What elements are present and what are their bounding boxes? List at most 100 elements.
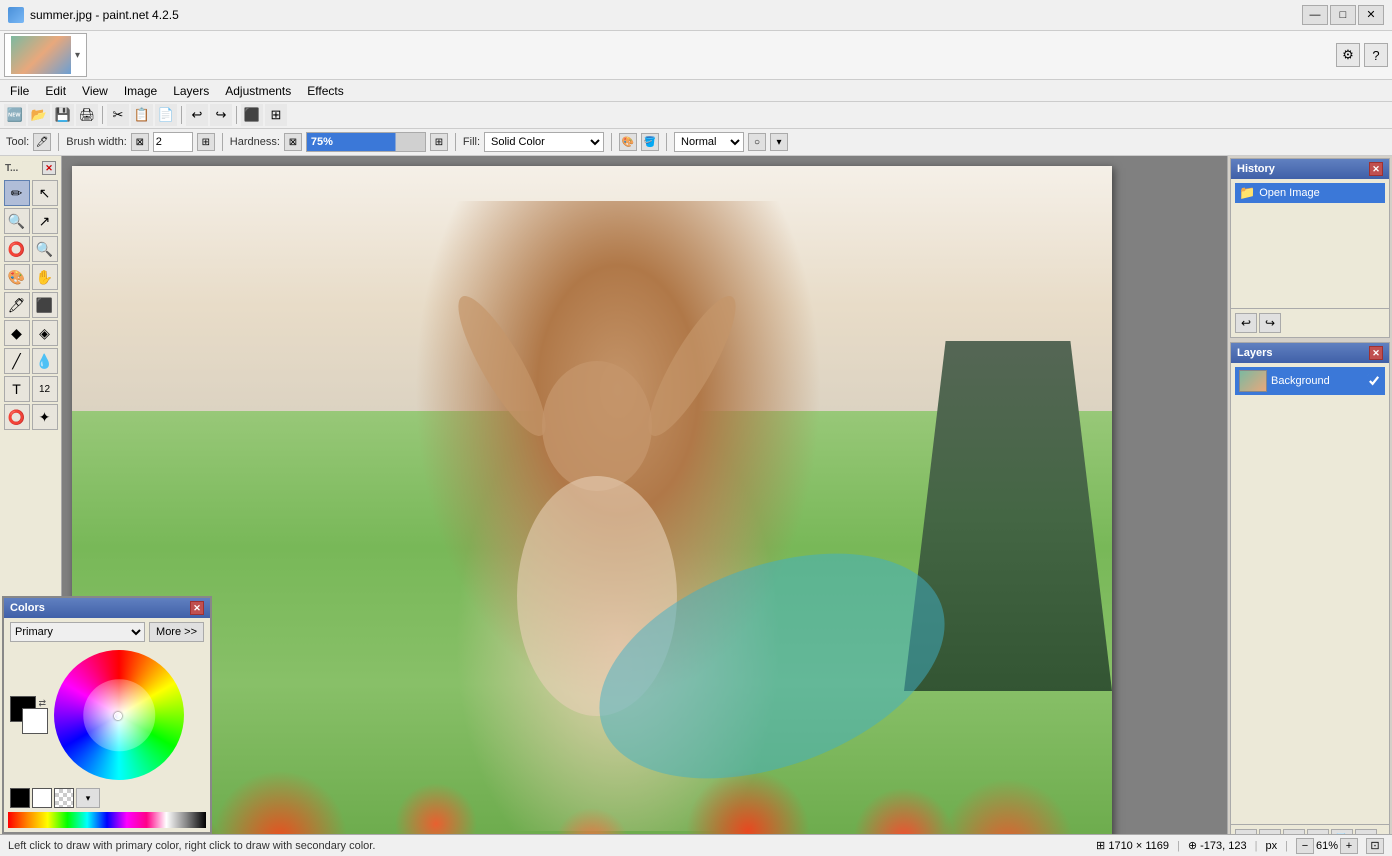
swatch-dropdown-btn[interactable]: ▾ [76, 788, 100, 808]
selection-tool[interactable]: ↖ [32, 180, 58, 206]
blend-mode-select[interactable]: Normal Multiply Screen [674, 132, 744, 152]
brush-width-minus[interactable]: ⊠ [131, 133, 149, 151]
more-colors-button[interactable]: More >> [149, 622, 204, 642]
menu-effects[interactable]: Effects [299, 80, 351, 102]
history-controls: ↩ ↪ [1231, 308, 1389, 337]
bucket-icon[interactable]: 🪣 [641, 133, 659, 151]
cut-button[interactable]: ✂ [107, 104, 129, 126]
color-swatches-area: ⇄ [4, 646, 210, 784]
tools-close-button[interactable]: ✕ [42, 161, 56, 175]
undo-button[interactable]: ↩ [186, 104, 208, 126]
tab-arrow[interactable]: ▾ [75, 50, 80, 61]
transparent-swatch[interactable] [54, 788, 74, 808]
text-tool[interactable]: T [4, 376, 30, 402]
image-tab[interactable]: ▾ [4, 33, 87, 77]
opacity-icon[interactable]: ○ [748, 133, 766, 151]
fill-select[interactable]: Solid Color Linear Gradient Radial Gradi… [484, 132, 604, 152]
menu-edit[interactable]: Edit [37, 80, 74, 102]
menu-image[interactable]: Image [116, 80, 165, 102]
hardness-plus[interactable]: ⊞ [430, 133, 448, 151]
white-swatch[interactable] [32, 788, 52, 808]
fit-to-window-button[interactable]: ⊡ [1366, 838, 1384, 854]
color-picker-icon[interactable]: 🎨 [619, 133, 637, 151]
zoom-out-tool[interactable]: 🔍 [32, 236, 58, 262]
brush-width-plus[interactable]: ⊞ [197, 133, 215, 151]
gradient-tool[interactable]: ✦ [32, 404, 58, 430]
redo-history-button[interactable]: ↪ [1259, 313, 1281, 333]
history-item-label: Open Image [1259, 187, 1320, 199]
save-button[interactable]: 💾 [52, 104, 74, 126]
status-separator-3: | [1285, 840, 1288, 852]
cursor-position: ⊕ -173, 123 [1188, 839, 1247, 852]
tool-row-3: ⭕ 🔍 [4, 236, 58, 262]
print-button[interactable]: 🖨 [76, 104, 98, 126]
zoom-tool[interactable]: 🔍 [4, 208, 30, 234]
menu-file[interactable]: File [2, 80, 37, 102]
tool-label: Tool: [6, 136, 29, 148]
paste-button[interactable]: 📄 [155, 104, 177, 126]
brush-width-input[interactable] [153, 132, 193, 152]
redo-button[interactable]: ↪ [210, 104, 232, 126]
hardness-slider[interactable]: 75% [306, 132, 426, 152]
paint-bucket-tool[interactable]: 🎨 [4, 264, 30, 290]
zoom-in-button[interactable]: + [1340, 838, 1358, 854]
layers-close-button[interactable]: ✕ [1369, 346, 1383, 360]
history-item-open-image[interactable]: 📁 Open Image [1235, 183, 1385, 203]
menu-layers[interactable]: Layers [165, 80, 217, 102]
line-tool[interactable]: ╱ [4, 348, 30, 374]
canvas-area[interactable] [62, 156, 1227, 856]
color-wheel-container[interactable] [54, 650, 184, 780]
crop-button[interactable]: ⬛ [241, 104, 263, 126]
colors-close-button[interactable]: ✕ [190, 601, 204, 615]
new-button[interactable]: 🆕 [4, 104, 26, 126]
options-sep-2 [222, 133, 223, 151]
layer-item-background[interactable]: Background [1235, 367, 1385, 395]
fill-tool[interactable]: ⬛ [32, 292, 58, 318]
tools-panel-header: T... ✕ [2, 160, 59, 176]
menu-bar: File Edit View Image Layers Adjustments … [0, 80, 1392, 102]
brush-tool[interactable]: 🖊 [4, 292, 30, 318]
menu-adjustments[interactable]: Adjustments [217, 80, 299, 102]
tool-selector[interactable]: 🖊 [33, 133, 51, 151]
status-separator-1: | [1177, 840, 1180, 852]
pan-tool[interactable]: ✋ [32, 264, 58, 290]
status-separator-2: | [1255, 840, 1258, 852]
app-window: summer.jpg - paint.net 4.2.5 — □ ✕ ▾ ⚙ ?… [0, 0, 1392, 856]
canvas-image[interactable] [72, 166, 1112, 856]
toolbar-separator-1 [102, 106, 103, 124]
pencil-tool[interactable]: ✏ [4, 180, 30, 206]
eraser-tool[interactable]: ◆ [4, 320, 30, 346]
close-button[interactable]: ✕ [1358, 5, 1384, 25]
color-mode-select[interactable]: Primary Secondary [10, 622, 145, 642]
zoom-out-button[interactable]: − [1296, 838, 1314, 854]
ellipse-select-tool[interactable]: ⭕ [4, 236, 30, 262]
color-wheel[interactable] [54, 650, 184, 780]
background-color-swatch[interactable] [22, 708, 48, 734]
color-palette-row[interactable] [8, 812, 206, 828]
black-swatch[interactable] [10, 788, 30, 808]
clone-tool[interactable]: ◈ [32, 320, 58, 346]
copy-button[interactable]: 📋 [131, 104, 153, 126]
move-tool[interactable]: ↗ [32, 208, 58, 234]
blend-options-btn[interactable]: ▾ [770, 133, 788, 151]
color-picker-tool[interactable]: 💧 [32, 348, 58, 374]
history-close-button[interactable]: ✕ [1369, 162, 1383, 176]
open-button[interactable]: 📂 [28, 104, 50, 126]
fill-label: Fill: [463, 136, 480, 148]
layer-visibility-checkbox[interactable] [1367, 374, 1381, 388]
resize-button[interactable]: ⊞ [265, 104, 287, 126]
minimize-button[interactable]: — [1302, 5, 1328, 25]
maximize-button[interactable]: □ [1330, 5, 1356, 25]
right-panels: History ✕ 📁 Open Image ↩ ↪ [1227, 156, 1392, 856]
number-tool[interactable]: 12 [32, 376, 58, 402]
zoom-controls: − 61% + [1296, 838, 1358, 854]
colors-panel-header: Colors ✕ [4, 598, 210, 618]
help-button[interactable]: ? [1364, 43, 1388, 67]
shape-tool[interactable]: ⭕ [4, 404, 30, 430]
settings-button[interactable]: ⚙ [1336, 43, 1360, 67]
window-title: summer.jpg - paint.net 4.2.5 [30, 8, 179, 22]
undo-history-button[interactable]: ↩ [1235, 313, 1257, 333]
menu-view[interactable]: View [74, 80, 116, 102]
hardness-minus[interactable]: ⊠ [284, 133, 302, 151]
status-help-text: Left click to draw with primary color, r… [8, 840, 1088, 852]
